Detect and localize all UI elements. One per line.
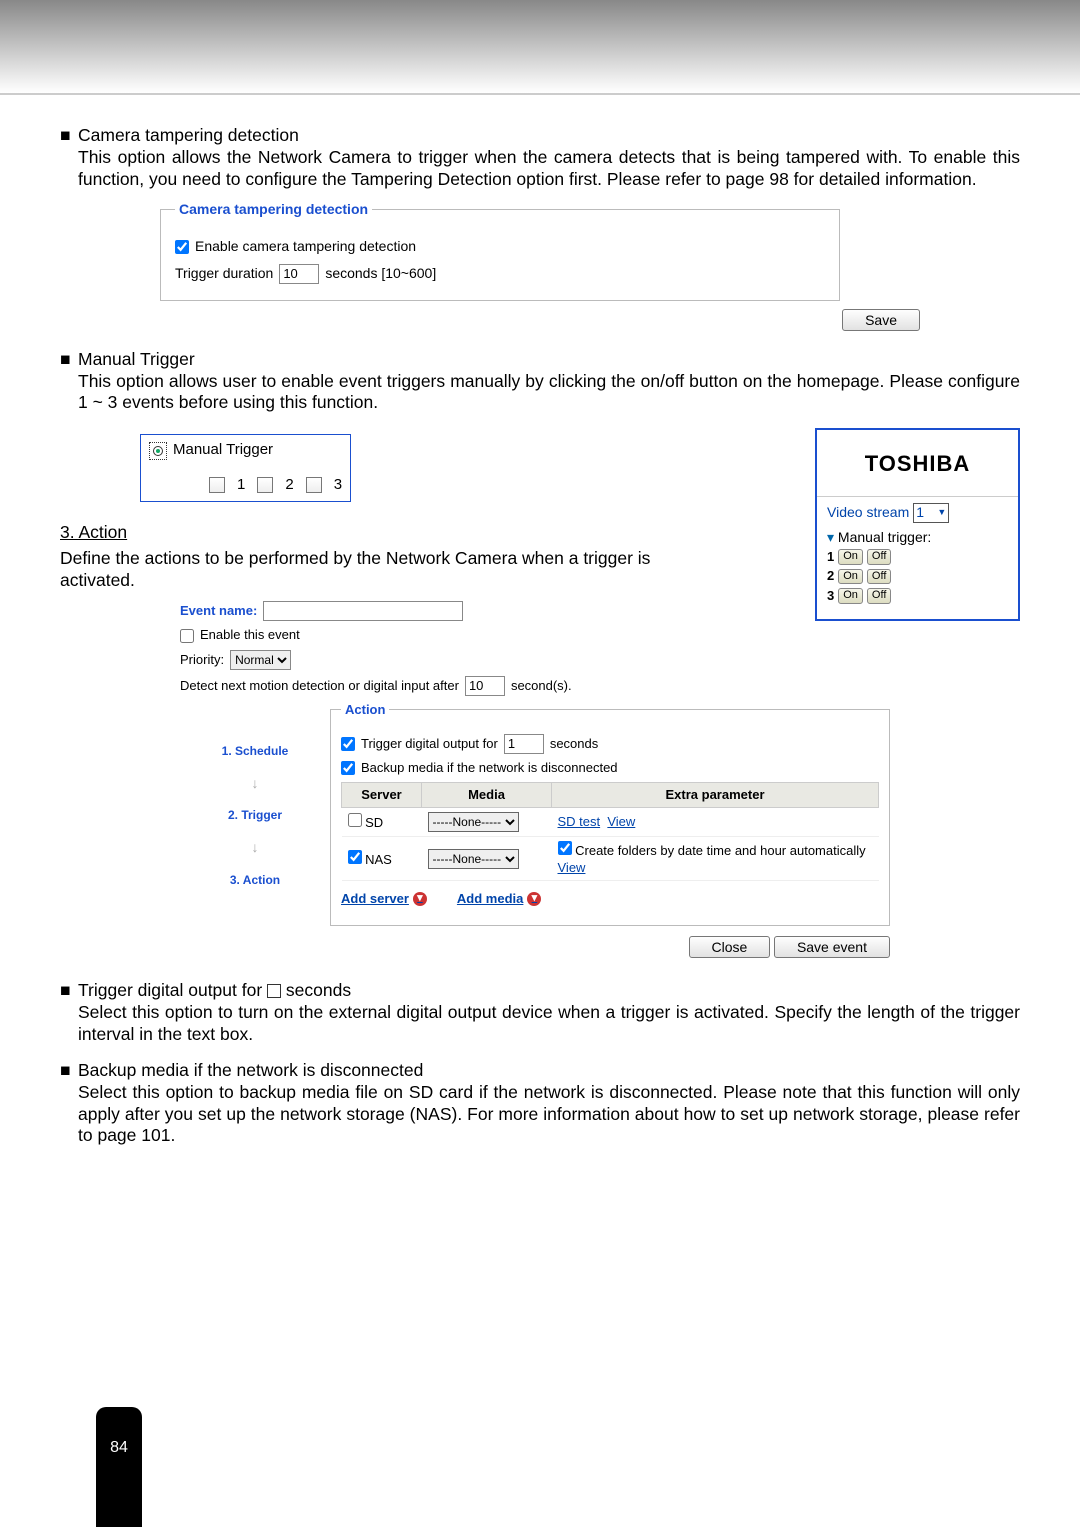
nas-label: NAS — [365, 852, 392, 867]
th-extra: Extra parameter — [552, 783, 879, 808]
sd-checkbox[interactable] — [348, 813, 362, 827]
page-number: 84 — [110, 1439, 128, 1457]
tdo-checkbox[interactable] — [341, 737, 355, 751]
th-server: Server — [342, 783, 422, 808]
enable-tampering-label: Enable camera tampering detection — [195, 238, 416, 256]
detect-label-pre: Detect next motion detection or digital … — [180, 678, 459, 694]
arrow-down-icon: ↓ — [180, 839, 330, 857]
th-media: Media — [422, 783, 552, 808]
step-schedule: 1. Schedule — [180, 744, 330, 759]
close-button[interactable]: Close — [689, 936, 771, 958]
nas-media-select[interactable]: -----None----- — [428, 849, 519, 869]
toshiba-mt-label: Manual trigger: — [838, 529, 931, 545]
event-settings-panel: Event name: Enable this event Priority: … — [180, 601, 890, 958]
video-stream-value: 1 — [916, 504, 924, 522]
trigger-duration-label: Trigger duration — [175, 265, 273, 283]
sd-media-select[interactable]: -----None----- — [428, 812, 519, 832]
page-header-gradient — [0, 0, 1080, 95]
tdo-suffix: seconds — [550, 736, 598, 752]
sd-view-link[interactable]: View — [607, 814, 635, 829]
chevron-down-icon: ▼ — [937, 507, 946, 518]
mt-1-on-button[interactable]: On — [838, 549, 863, 565]
enable-event-label: Enable this event — [200, 627, 300, 643]
tdo-seconds-input[interactable] — [504, 734, 544, 754]
sec4-title: Backup media if the network is disconnec… — [78, 1060, 423, 1080]
create-folders-checkbox[interactable] — [558, 841, 572, 855]
plus-icon: ▾ — [413, 892, 427, 906]
action-body: Define the actions to be performed by th… — [60, 548, 700, 592]
mt-3-on-button[interactable]: On — [838, 588, 863, 604]
mt-check-2[interactable] — [257, 477, 273, 493]
sec2-title: Manual Trigger — [78, 349, 195, 369]
detect-label-post: second(s). — [511, 678, 572, 694]
step-trigger: 2. Trigger — [180, 808, 330, 823]
trigger-duration-suffix: seconds [10~600] — [325, 265, 436, 283]
bullet-icon: ■ — [60, 980, 78, 1046]
bullet-icon: ■ — [60, 1060, 78, 1148]
manual-trigger-radio[interactable] — [149, 442, 167, 460]
manual-trigger-label: Manual Trigger — [173, 441, 273, 460]
create-folders-label: Create folders by date time and hour aut… — [575, 843, 866, 858]
event-name-input[interactable] — [263, 601, 463, 621]
mt-2-off-button[interactable]: Off — [867, 569, 891, 585]
detect-seconds-input[interactable] — [465, 676, 505, 696]
blank-box-icon — [267, 984, 281, 998]
backup-label: Backup media if the network is disconnec… — [361, 760, 618, 776]
mt-check-3[interactable] — [306, 477, 322, 493]
trigger-duration-input[interactable] — [279, 264, 319, 284]
priority-select[interactable]: Normal — [230, 650, 291, 670]
tdo-label: Trigger digital output for — [361, 736, 498, 752]
event-name-label: Event name: — [180, 603, 257, 619]
sec3-title-post: seconds — [281, 980, 351, 1000]
sec2-body: This option allows user to enable event … — [78, 371, 1020, 415]
priority-label: Priority: — [180, 652, 224, 668]
nas-checkbox[interactable] — [348, 850, 362, 864]
sd-test-link[interactable]: SD test — [558, 814, 601, 829]
toshiba-sidebar: TOSHIBA Video stream 1 ▼ ▾ Manual trigge… — [815, 428, 1020, 621]
nas-view-link[interactable]: View — [558, 860, 586, 875]
mt-row-2-n: 2 — [827, 568, 834, 584]
backup-checkbox[interactable] — [341, 761, 355, 775]
action-fieldset: Action Trigger digital output for second… — [330, 702, 890, 927]
mt-3-off-button[interactable]: Off — [867, 588, 891, 604]
sd-label: SD — [365, 815, 383, 830]
sec1-body: This option allows the Network Camera to… — [78, 147, 1020, 191]
enable-event-checkbox[interactable] — [180, 629, 194, 643]
bullet-icon: ■ — [60, 125, 78, 191]
arrow-down-icon: ↓ — [180, 775, 330, 793]
mt-1-off-button[interactable]: Off — [867, 549, 891, 565]
mt-n3: 3 — [334, 476, 342, 495]
save-button[interactable]: Save — [842, 309, 920, 331]
sec1-title: Camera tampering detection — [78, 125, 299, 145]
enable-tampering-checkbox[interactable] — [175, 240, 189, 254]
mt-n1: 1 — [237, 476, 245, 495]
server-media-table: Server Media Extra parameter SD -----Non… — [341, 782, 879, 881]
add-server-link[interactable]: Add server▾ — [341, 891, 427, 907]
manual-trigger-panel: Manual Trigger 1 2 3 — [140, 434, 351, 502]
mt-row-3-n: 3 — [827, 588, 834, 604]
sec4-body: Select this option to backup media file … — [78, 1082, 1020, 1148]
save-event-button[interactable]: Save event — [774, 936, 890, 958]
add-media-link[interactable]: Add media▾ — [457, 891, 541, 907]
camera-tampering-fieldset: Camera tampering detection Enable camera… — [160, 201, 840, 301]
step-action: 3. Action — [180, 873, 330, 888]
toshiba-logo: TOSHIBA — [817, 430, 1018, 497]
action-legend: Action — [341, 702, 389, 718]
mt-check-1[interactable] — [209, 477, 225, 493]
mt-2-on-button[interactable]: On — [838, 569, 863, 585]
page-number-tab: 84 — [96, 1407, 142, 1527]
table-row: NAS -----None----- Create folders by dat… — [342, 837, 879, 881]
bullet-icon: ■ — [60, 349, 78, 415]
ct-legend: Camera tampering detection — [175, 201, 372, 219]
plus-icon: ▾ — [527, 892, 541, 906]
mt-row-1-n: 1 — [827, 549, 834, 565]
mt-n2: 2 — [285, 476, 293, 495]
table-row: SD -----None----- SD test View — [342, 808, 879, 837]
steps-column: 1. Schedule ↓ 2. Trigger ↓ 3. Action — [180, 702, 330, 927]
sec3-body: Select this option to turn on the extern… — [78, 1002, 1020, 1046]
video-stream-label: Video stream — [827, 504, 909, 522]
sec3-title-pre: Trigger digital output for — [78, 980, 267, 1000]
video-stream-select[interactable]: 1 ▼ — [913, 503, 949, 523]
